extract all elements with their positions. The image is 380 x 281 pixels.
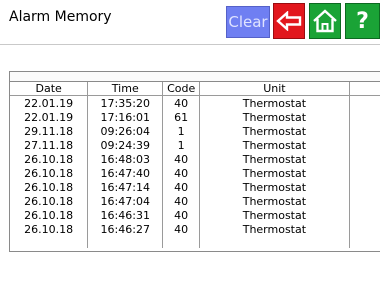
cell-time: 17:35:20: [87, 95, 164, 110]
table-row[interactable]: 26.10.18 16:47:04 40 Thermostat: [10, 194, 380, 208]
cell-unit: Thermostat: [199, 180, 350, 194]
cell-time: 16:47:14: [87, 180, 164, 194]
cell-unit: Thermostat: [199, 208, 350, 222]
cell-code: 40: [162, 152, 201, 166]
cell-date: 29.11.18: [10, 124, 89, 138]
cell-extra: [349, 110, 380, 124]
table-row[interactable]: 26.10.18 16:47:14 40 Thermostat: [10, 180, 380, 194]
cell-extra: [349, 180, 380, 194]
table-top-strip: [10, 72, 380, 82]
cell-date: 26.10.18: [10, 180, 89, 194]
cell-time: 09:26:04: [87, 124, 164, 138]
cell-unit: Thermostat: [199, 194, 350, 208]
cell-unit: Thermostat: [199, 124, 350, 138]
cell-time: 16:46:31: [87, 208, 164, 222]
cell-code: 61: [162, 110, 201, 124]
home-button[interactable]: [309, 3, 341, 39]
cell-date: 26.10.18: [10, 166, 89, 180]
table-row[interactable]: 29.11.18 09:26:04 1 Thermostat: [10, 124, 380, 138]
cell-date: 26.10.18: [10, 152, 89, 166]
cell-code: 40: [162, 95, 201, 110]
cell-date: 26.10.18: [10, 222, 89, 236]
clear-button[interactable]: Clear: [226, 6, 270, 38]
table-row[interactable]: 26.10.18 16:48:03 40 Thermostat: [10, 152, 380, 166]
cell-code: 40: [162, 180, 201, 194]
cell-extra: [349, 194, 380, 208]
cell-unit: Thermostat: [199, 138, 350, 152]
cell-time: 17:16:01: [87, 110, 164, 124]
table-row[interactable]: 26.10.18 16:47:40 40 Thermostat: [10, 166, 380, 180]
cell-extra: [349, 138, 380, 152]
cell-date: 22.01.19: [10, 95, 89, 110]
cell-unit: Thermostat: [199, 95, 350, 110]
cell-extra: [349, 166, 380, 180]
cell-code: 40: [162, 194, 201, 208]
table-row-empty: [10, 236, 380, 248]
cell-time: 09:24:39: [87, 138, 164, 152]
cell-time: 16:47:04: [87, 194, 164, 208]
table-row[interactable]: 26.10.18 16:46:31 40 Thermostat: [10, 208, 380, 222]
cell-date: 26.10.18: [10, 194, 89, 208]
arrow-left-icon: [276, 11, 302, 31]
column-header-code[interactable]: Code: [162, 82, 201, 96]
cell-code: 1: [162, 124, 201, 138]
alarm-table: Date Time Code Unit 22.01.19 17:35:20 40…: [10, 82, 380, 248]
cell-time: 16:47:40: [87, 166, 164, 180]
cell-time: 16:48:03: [87, 152, 164, 166]
cell-date: 27.11.18: [10, 138, 89, 152]
back-button[interactable]: [273, 3, 305, 39]
cell-unit: Thermostat: [199, 152, 350, 166]
cell-extra: [349, 222, 380, 236]
cell-extra: [349, 208, 380, 222]
table-row[interactable]: 26.10.18 16:46:27 40 Thermostat: [10, 222, 380, 236]
cell-date: 22.01.19: [10, 110, 89, 124]
cell-code: 1: [162, 138, 201, 152]
table-row[interactable]: 22.01.19 17:35:20 40 Thermostat: [10, 95, 380, 111]
page-title: Alarm Memory: [9, 9, 112, 25]
cell-date: 26.10.18: [10, 208, 89, 222]
column-header-unit[interactable]: Unit: [199, 82, 350, 96]
help-button[interactable]: ?: [345, 3, 380, 39]
cell-unit: Thermostat: [199, 110, 350, 124]
table-row[interactable]: 27.11.18 09:24:39 1 Thermostat: [10, 138, 380, 152]
home-icon: [313, 9, 337, 33]
header-bar: Alarm Memory Clear ?: [0, 0, 380, 44]
cell-unit: Thermostat: [199, 222, 350, 236]
cell-unit: Thermostat: [199, 166, 350, 180]
table-header-row: Date Time Code Unit: [10, 82, 380, 96]
cell-extra: [349, 124, 380, 138]
cell-extra: [349, 96, 380, 111]
column-header-date[interactable]: Date: [10, 82, 89, 96]
header-divider: [0, 44, 380, 45]
alarm-table-frame: Date Time Code Unit 22.01.19 17:35:20 40…: [9, 71, 380, 252]
cell-extra: [349, 152, 380, 166]
cell-time: 16:46:27: [87, 222, 164, 236]
cell-code: 40: [162, 208, 201, 222]
cell-code: 40: [162, 166, 201, 180]
table-row[interactable]: 22.01.19 17:16:01 61 Thermostat: [10, 110, 380, 124]
cell-code: 40: [162, 222, 201, 236]
column-header-extra: [349, 82, 380, 96]
column-header-time[interactable]: Time: [87, 82, 164, 96]
